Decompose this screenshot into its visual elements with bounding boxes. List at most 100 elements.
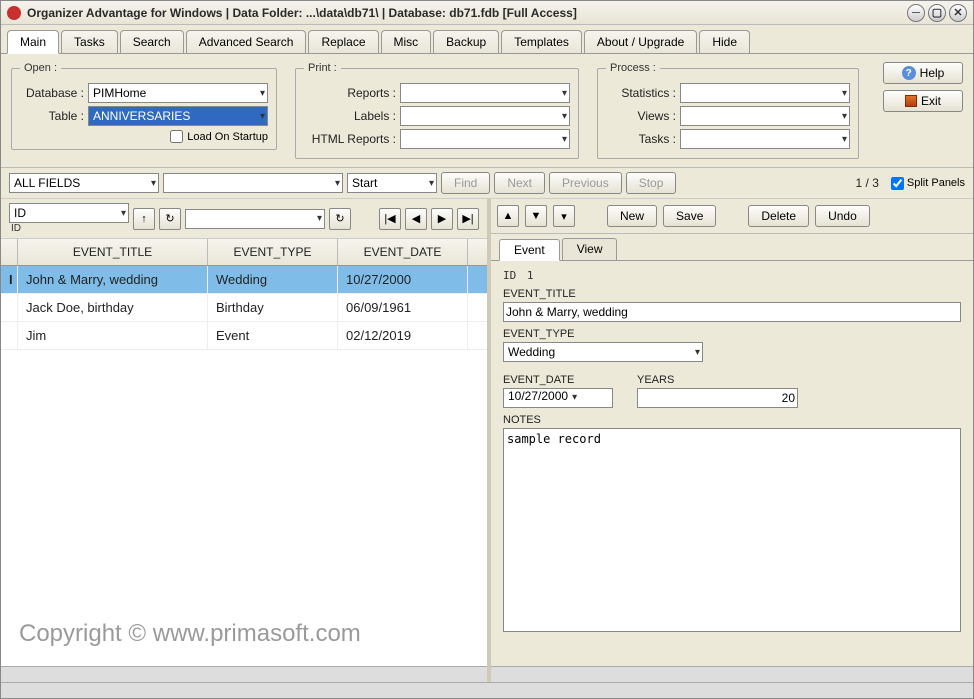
maximize-button[interactable]: ▢ — [928, 4, 946, 22]
save-button[interactable]: Save — [663, 205, 716, 227]
delete-button[interactable]: Delete — [748, 205, 809, 227]
find-button[interactable]: Find — [441, 172, 490, 194]
stop-button[interactable]: Stop — [626, 172, 677, 194]
tab-templates[interactable]: Templates — [501, 30, 582, 53]
sort-refresh-2-button[interactable]: ↻ — [329, 208, 351, 230]
left-horizontal-scrollbar[interactable] — [1, 666, 487, 682]
open-legend: Open : — [20, 62, 61, 74]
nav-next-button[interactable]: ▶ — [431, 208, 453, 230]
tab-about[interactable]: About / Upgrade — [584, 30, 697, 53]
right-toolbar: ▲ ▼ ▾ New Save Delete Undo — [491, 199, 973, 234]
sort-field-1-sublabel: ID — [9, 223, 129, 234]
print-group: Print : Reports : Labels : HTML Reports … — [295, 62, 579, 159]
help-button[interactable]: ?Help — [883, 62, 963, 84]
id-label: ID — [503, 269, 516, 282]
sort-field-1[interactable]: ID — [9, 203, 129, 223]
grid-row-indicator-header — [1, 239, 18, 265]
html-reports-select[interactable] — [400, 129, 570, 149]
row-indicator — [1, 322, 18, 349]
table-row[interactable]: Jack Doe, birthday Birthday 06/09/1961 — [1, 294, 487, 322]
nav-prev-button[interactable]: ◀ — [405, 208, 427, 230]
tab-advanced-search[interactable]: Advanced Search — [186, 30, 307, 53]
event-title-input[interactable] — [503, 302, 961, 322]
cell-date: 02/12/2019 — [338, 322, 468, 349]
open-group: Open : Database : PIMHome Table : ANNIVE… — [11, 62, 277, 150]
grid-header-title[interactable]: EVENT_TITLE — [18, 239, 208, 265]
database-label: Database : — [20, 86, 84, 100]
views-label: Views : — [606, 109, 676, 123]
new-button[interactable]: New — [607, 205, 657, 227]
statistics-select[interactable] — [680, 83, 850, 103]
help-icon: ? — [902, 66, 916, 80]
split-area: ID ID ↑ ↻ ↻ |◀ ◀ ▶ ▶| EVENT_TITLE EVENT_… — [1, 199, 973, 682]
subtab-view[interactable]: View — [562, 238, 618, 260]
reports-label: Reports : — [304, 86, 396, 100]
watermark: Copyright © www.primasoft.com — [19, 620, 361, 648]
nav-last-button[interactable]: ▶| — [457, 208, 479, 230]
cell-date: 06/09/1961 — [338, 294, 468, 321]
search-term-input[interactable] — [163, 173, 343, 193]
titlebar: Organizer Advantage for Windows | Data F… — [1, 1, 973, 25]
table-select[interactable]: ANNIVERSARIES — [88, 106, 268, 126]
grid-header-date[interactable]: EVENT_DATE — [338, 239, 468, 265]
split-panels-toggle[interactable]: Split Panels — [891, 177, 965, 190]
sort-field-2[interactable] — [185, 209, 325, 229]
split-panels-checkbox[interactable] — [891, 177, 904, 190]
side-buttons: ?Help Exit — [883, 62, 963, 112]
grid-body[interactable]: I John & Marry, wedding Wedding 10/27/20… — [1, 266, 487, 666]
move-down-button[interactable]: ▼ — [525, 205, 547, 227]
load-on-startup-label: Load On Startup — [187, 131, 268, 143]
load-on-startup-checkbox[interactable] — [170, 130, 183, 143]
table-label: Table : — [20, 109, 84, 123]
exit-button[interactable]: Exit — [883, 90, 963, 112]
right-horizontal-scrollbar[interactable] — [491, 666, 973, 682]
close-button[interactable]: ✕ — [949, 4, 967, 22]
database-select[interactable]: PIMHome — [88, 83, 268, 103]
tab-search[interactable]: Search — [120, 30, 184, 53]
cell-type: Birthday — [208, 294, 338, 321]
right-pane: ▲ ▼ ▾ New Save Delete Undo Event View ID… — [491, 199, 973, 682]
tasks-select[interactable] — [680, 129, 850, 149]
previous-button[interactable]: Previous — [549, 172, 622, 194]
process-group: Process : Statistics : Views : Tasks : — [597, 62, 859, 159]
views-select[interactable] — [680, 106, 850, 126]
reports-select[interactable] — [400, 83, 570, 103]
table-row[interactable]: Jim Event 02/12/2019 — [1, 322, 487, 350]
id-value: 1 — [527, 269, 534, 282]
notes-textarea[interactable]: sample record — [503, 428, 961, 632]
left-pane: ID ID ↑ ↻ ↻ |◀ ◀ ▶ ▶| EVENT_TITLE EVENT_… — [1, 199, 491, 682]
search-field-select[interactable]: ALL FIELDS — [9, 173, 159, 193]
tab-main[interactable]: Main — [7, 30, 59, 54]
html-reports-label: HTML Reports : — [304, 132, 396, 146]
row-indicator: I — [1, 266, 18, 293]
grid-header-type[interactable]: EVENT_TYPE — [208, 239, 338, 265]
sort-asc-button[interactable]: ↑ — [133, 208, 155, 230]
cell-date: 10/27/2000 — [338, 266, 468, 293]
years-input[interactable] — [637, 388, 798, 408]
tab-misc[interactable]: Misc — [381, 30, 432, 53]
dropdown-button[interactable]: ▾ — [553, 205, 575, 227]
subtab-event[interactable]: Event — [499, 239, 560, 261]
labels-select[interactable] — [400, 106, 570, 126]
table-row[interactable]: I John & Marry, wedding Wedding 10/27/20… — [1, 266, 487, 294]
minimize-button[interactable]: ─ — [907, 4, 925, 22]
form-area: ID 1 EVENT_TITLE EVENT_TYPE Wedding EVEN… — [491, 261, 973, 666]
undo-button[interactable]: Undo — [815, 205, 870, 227]
notes-label: NOTES — [503, 414, 961, 426]
print-legend: Print : — [304, 62, 341, 74]
tab-backup[interactable]: Backup — [433, 30, 499, 53]
bottom-scrollbar[interactable] — [1, 682, 973, 698]
event-date-input[interactable]: 10/27/2000 — [503, 388, 613, 408]
sort-refresh-button[interactable]: ↻ — [159, 208, 181, 230]
search-mode-select[interactable]: Start — [347, 173, 437, 193]
tab-tasks[interactable]: Tasks — [61, 30, 118, 53]
event-type-label: EVENT_TYPE — [503, 328, 961, 340]
event-type-select[interactable]: Wedding — [503, 342, 703, 362]
tab-hide[interactable]: Hide — [699, 30, 750, 53]
detail-subtabs: Event View — [491, 234, 973, 261]
tab-replace[interactable]: Replace — [308, 30, 378, 53]
next-button[interactable]: Next — [494, 172, 545, 194]
app-icon — [7, 6, 21, 20]
move-up-button[interactable]: ▲ — [497, 205, 519, 227]
nav-first-button[interactable]: |◀ — [379, 208, 401, 230]
